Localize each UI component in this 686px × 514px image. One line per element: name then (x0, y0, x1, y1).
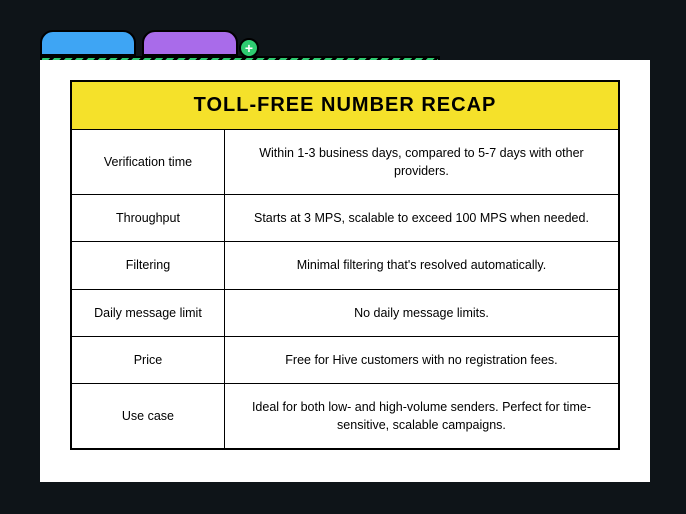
table-row: Throughput Starts at 3 MPS, scalable to … (71, 195, 619, 242)
table-body: Verification time Within 1-3 business da… (71, 130, 619, 450)
row-value: Within 1-3 business days, compared to 5-… (224, 130, 619, 195)
row-label: Use case (71, 383, 224, 449)
row-value: Ideal for both low- and high-volume send… (224, 383, 619, 449)
row-label: Price (71, 336, 224, 383)
table-row: Use case Ideal for both low- and high-vo… (71, 383, 619, 449)
tab-purple[interactable] (142, 30, 238, 56)
row-label: Verification time (71, 130, 224, 195)
row-value: Minimal filtering that's resolved automa… (224, 242, 619, 289)
row-value: No daily message limits. (224, 289, 619, 336)
tab-blue[interactable] (40, 30, 136, 56)
row-value: Starts at 3 MPS, scalable to exceed 100 … (224, 195, 619, 242)
table-row: Verification time Within 1-3 business da… (71, 130, 619, 195)
table-row: Daily message limit No daily message lim… (71, 289, 619, 336)
table-title: TOLL-FREE NUMBER RECAP (71, 81, 619, 130)
row-label: Filtering (71, 242, 224, 289)
recap-table: TOLL-FREE NUMBER RECAP Verification time… (70, 80, 620, 450)
browser-tabs: + (40, 30, 259, 58)
content-card: TOLL-FREE NUMBER RECAP Verification time… (40, 60, 650, 482)
table-row: Filtering Minimal filtering that's resol… (71, 242, 619, 289)
table-row: Price Free for Hive customers with no re… (71, 336, 619, 383)
add-tab-button[interactable]: + (239, 38, 259, 58)
row-label: Throughput (71, 195, 224, 242)
row-label: Daily message limit (71, 289, 224, 336)
row-value: Free for Hive customers with no registra… (224, 336, 619, 383)
